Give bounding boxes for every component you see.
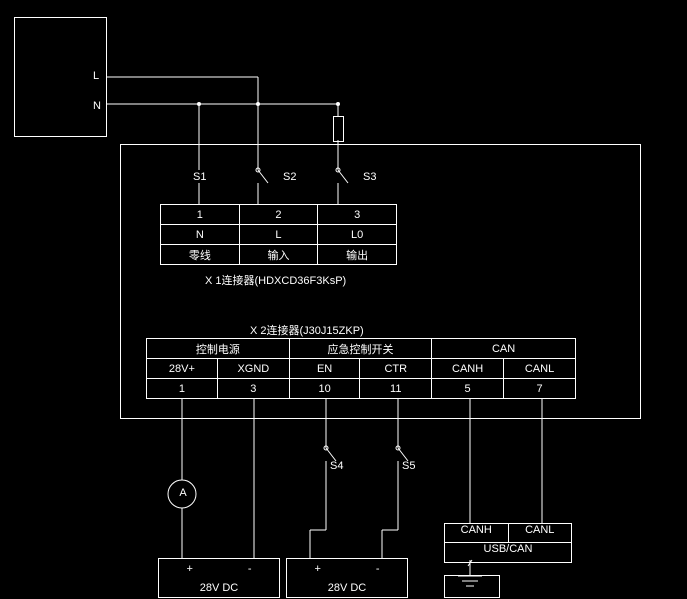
x2-cell: EN <box>289 359 360 379</box>
psu1-terminals: + - <box>159 563 279 575</box>
psu1-minus: - <box>248 563 252 575</box>
x1-cell: 3 <box>318 205 397 225</box>
can-adapter-canl: CANL <box>509 524 572 543</box>
x1-cell: 1 <box>161 205 240 225</box>
psu2-terminals: + - <box>287 563 407 575</box>
x2-cell: 5 <box>432 379 504 399</box>
x2-cell: 3 <box>217 379 289 399</box>
x1-cell: L <box>239 225 318 245</box>
x1-cell: N <box>161 225 240 245</box>
can-adapter-top: CANH CANL <box>445 524 571 543</box>
x2-header: 控制电源 <box>147 339 290 359</box>
x1-cell: 零线 <box>161 245 240 265</box>
x2-cell: 28V+ <box>147 359 218 379</box>
x2-cell: 11 <box>360 379 432 399</box>
psu2-minus: - <box>376 563 380 575</box>
can-adapter-box: CANH CANL USB/CAN <box>444 523 572 563</box>
psu2-label: 28V DC <box>328 582 367 594</box>
switch-S3-label: S3 <box>363 171 376 183</box>
x2-cell: 1 <box>147 379 218 399</box>
x2-cell: 10 <box>289 379 360 399</box>
switch-S1-label: S1 <box>193 171 206 183</box>
x2-cell: CTR <box>360 359 432 379</box>
x1-cell: L0 <box>318 225 397 245</box>
terminal-L-label: L <box>93 70 99 82</box>
psu2-box: + - 28V DC <box>286 558 408 598</box>
bottom-right-box <box>444 575 500 598</box>
can-adapter-canh: CANH <box>445 524 509 543</box>
switch-S4-label: S4 <box>330 460 343 472</box>
x2-header: CAN <box>432 339 576 359</box>
terminal-N-label: N <box>93 100 101 112</box>
psu1-plus: + <box>186 563 192 575</box>
x2-cell: 7 <box>504 379 576 399</box>
fuse <box>333 116 344 142</box>
x2-cell: XGND <box>217 359 289 379</box>
psu2-plus: + <box>314 563 320 575</box>
x1-cell: 输出 <box>318 245 397 265</box>
can-adapter-usb: USB/CAN <box>445 543 571 562</box>
ammeter-label: A <box>178 487 188 499</box>
x2-cell: CANL <box>504 359 576 379</box>
psu1-label: 28V DC <box>200 582 239 594</box>
x2-table: 控制电源 应急控制开关 CAN 28V+ XGND EN CTR CANH CA… <box>146 338 576 399</box>
x2-caption: X 2连接器(J30J15ZKP) <box>250 322 364 338</box>
x2-header: 应急控制开关 <box>289 339 431 359</box>
switch-S2-label: S2 <box>283 171 296 183</box>
x1-cell: 输入 <box>239 245 318 265</box>
psu1-box: + - 28V DC <box>158 558 280 598</box>
x1-cell: 2 <box>239 205 318 225</box>
x1-table: 1 2 3 N L L0 零线 输入 输出 <box>160 204 397 265</box>
x2-cell: CANH <box>432 359 504 379</box>
switch-S5-label: S5 <box>402 460 415 472</box>
x1-caption: X 1连接器(HDXCD36F3KsP) <box>205 272 346 288</box>
